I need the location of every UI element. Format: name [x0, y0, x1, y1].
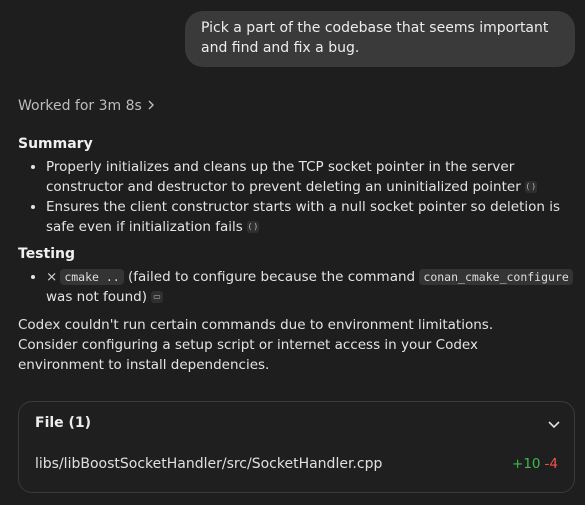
deletions-count: -4: [544, 456, 558, 472]
summary-list: Properly initializes and cleans up the T…: [18, 157, 578, 237]
user-message-bubble: Pick a part of the codebase that seems i…: [185, 11, 575, 67]
testing-item: ×cmake .. (failed to configure because t…: [46, 267, 578, 307]
testing-heading: Testing: [18, 246, 75, 262]
citation-icon[interactable]: ( ): [246, 221, 259, 233]
testing-text-after: was not found): [46, 289, 147, 305]
fail-icon: ×: [46, 269, 58, 285]
file-changes-card: File (1) libs/libBoostSocketHandler/src/…: [18, 401, 575, 493]
failing-command-code: conan_cmake_configure: [419, 269, 573, 285]
file-card-title: File (1): [35, 415, 92, 431]
summary-item-text: Ensures the client constructor starts wi…: [46, 199, 561, 235]
worked-for-toggle[interactable]: Worked for 3m 8s: [18, 98, 156, 114]
summary-item-text: Properly initializes and cleans up the T…: [46, 159, 521, 195]
terminal-icon[interactable]: ▭: [151, 291, 163, 303]
diff-stats: +10 -4: [512, 456, 558, 472]
citation-icon[interactable]: ( ): [524, 181, 537, 193]
chevron-right-icon: [146, 99, 156, 114]
user-message-text: Pick a part of the codebase that seems i…: [201, 20, 549, 56]
worked-for-label: Worked for 3m 8s: [18, 98, 142, 114]
summary-heading: Summary: [18, 136, 93, 152]
summary-item: Properly initializes and cleans up the T…: [46, 157, 578, 197]
assistant-response: Summary Properly initializes and cleans …: [18, 134, 578, 375]
command-code: cmake ..: [60, 269, 124, 285]
chat-page: Pick a part of the codebase that seems i…: [0, 0, 585, 505]
environment-note: Codex couldn't run certain commands due …: [18, 317, 494, 373]
testing-list: ×cmake .. (failed to configure because t…: [18, 267, 578, 307]
summary-item: Ensures the client constructor starts wi…: [46, 197, 578, 237]
additions-count: +10: [512, 456, 541, 472]
chevron-down-icon[interactable]: [546, 416, 562, 432]
testing-text-before: (failed to configure because the command: [128, 269, 416, 285]
file-path-link[interactable]: libs/libBoostSocketHandler/src/SocketHan…: [35, 456, 382, 472]
